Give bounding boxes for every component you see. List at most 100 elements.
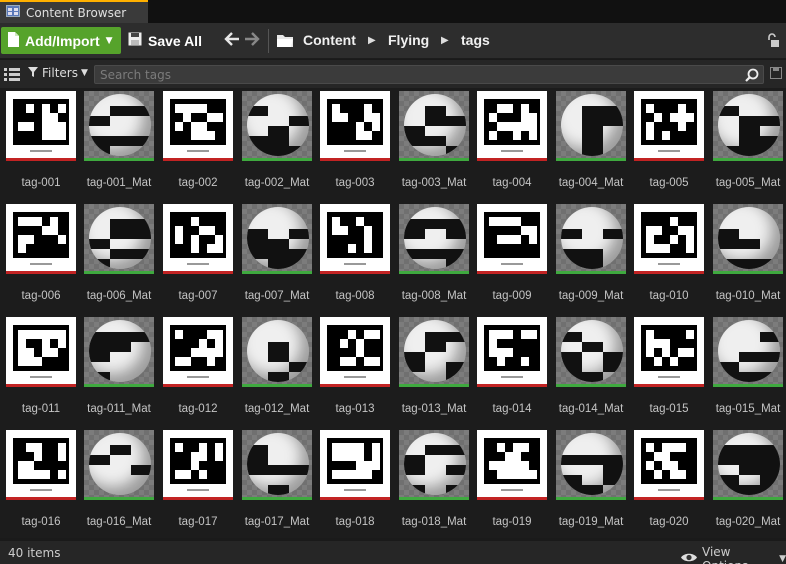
material-asset-tile[interactable]: tag-018_Mat bbox=[399, 430, 469, 542]
material-asset-tile[interactable]: tag-001_Mat bbox=[84, 91, 154, 203]
search-input[interactable] bbox=[95, 66, 763, 83]
material-sphere-thumbnail bbox=[713, 430, 783, 500]
lock-icon[interactable] bbox=[766, 33, 779, 50]
material-asset-tile[interactable]: tag-016_Mat bbox=[84, 430, 154, 542]
material-type-bar bbox=[556, 497, 626, 500]
material-asset-tile[interactable]: tag-004_Mat bbox=[556, 91, 626, 203]
add-file-icon bbox=[7, 31, 19, 50]
search-icon[interactable] bbox=[745, 68, 759, 85]
asset-label: tag-010_Mat bbox=[715, 290, 781, 302]
material-asset-tile[interactable]: tag-010_Mat bbox=[713, 204, 783, 316]
material-sphere bbox=[247, 94, 309, 156]
texture-asset-tile[interactable]: tag-004 bbox=[477, 91, 547, 203]
material-asset-tile[interactable]: tag-007_Mat bbox=[242, 204, 312, 316]
search-box[interactable] bbox=[94, 65, 764, 84]
material-sphere bbox=[561, 207, 623, 269]
material-sphere-thumbnail bbox=[242, 91, 312, 161]
material-asset-tile[interactable]: tag-008_Mat bbox=[399, 204, 469, 316]
texture-type-bar bbox=[6, 158, 76, 161]
material-type-bar bbox=[242, 271, 312, 274]
tag-texture-thumbnail bbox=[163, 430, 233, 500]
texture-type-bar bbox=[634, 497, 704, 500]
texture-asset-tile[interactable]: tag-014 bbox=[477, 317, 547, 429]
tab-content-browser[interactable]: Content Browser bbox=[0, 0, 148, 23]
texture-type-bar bbox=[6, 271, 76, 274]
texture-asset-tile[interactable]: tag-016 bbox=[6, 430, 76, 542]
material-sphere bbox=[404, 94, 466, 156]
asset-grid: tag-001 tag-001_Mat tag-002 tag-002_Mat tag-… bbox=[0, 88, 786, 538]
texture-asset-tile[interactable]: tag-007 bbox=[163, 204, 233, 316]
material-type-bar bbox=[84, 384, 154, 387]
breadcrumb-tags[interactable]: tags bbox=[461, 32, 490, 48]
breadcrumb-arrow-icon[interactable]: ▶ bbox=[441, 35, 449, 46]
material-asset-tile[interactable]: tag-002_Mat bbox=[242, 91, 312, 203]
texture-asset-tile[interactable]: tag-020 bbox=[634, 430, 704, 542]
funnel-icon bbox=[28, 66, 38, 80]
material-asset-tile[interactable]: tag-012_Mat bbox=[242, 317, 312, 429]
material-type-bar bbox=[399, 384, 469, 387]
material-asset-tile[interactable]: tag-011_Mat bbox=[84, 317, 154, 429]
texture-asset-tile[interactable]: tag-013 bbox=[320, 317, 390, 429]
material-asset-tile[interactable]: tag-020_Mat bbox=[713, 430, 783, 542]
material-asset-tile[interactable]: tag-005_Mat bbox=[713, 91, 783, 203]
material-type-bar bbox=[713, 158, 783, 161]
view-options-button[interactable]: View Options ▼ bbox=[680, 545, 786, 564]
texture-asset-tile[interactable]: tag-002 bbox=[163, 91, 233, 203]
texture-asset-tile[interactable]: tag-015 bbox=[634, 317, 704, 429]
texture-type-bar bbox=[163, 497, 233, 500]
breadcrumb-flying[interactable]: Flying bbox=[388, 32, 429, 48]
tag-texture-thumbnail bbox=[163, 91, 233, 161]
tag-pattern bbox=[641, 438, 697, 484]
material-type-bar bbox=[399, 158, 469, 161]
material-asset-tile[interactable]: tag-013_Mat bbox=[399, 317, 469, 429]
texture-asset-tile[interactable]: tag-010 bbox=[634, 204, 704, 316]
filters-button[interactable]: Filters ▼ bbox=[28, 66, 88, 80]
texture-asset-tile[interactable]: tag-017 bbox=[163, 430, 233, 542]
texture-type-bar bbox=[163, 271, 233, 274]
material-sphere-thumbnail bbox=[399, 430, 469, 500]
texture-asset-tile[interactable]: tag-019 bbox=[477, 430, 547, 542]
material-asset-tile[interactable]: tag-019_Mat bbox=[556, 430, 626, 542]
tag-pattern bbox=[327, 99, 383, 145]
tag-pattern bbox=[13, 99, 69, 145]
back-arrow-icon[interactable] bbox=[224, 32, 240, 50]
material-asset-tile[interactable]: tag-006_Mat bbox=[84, 204, 154, 316]
filters-label: Filters bbox=[42, 66, 78, 80]
texture-asset-tile[interactable]: tag-005 bbox=[634, 91, 704, 203]
texture-asset-tile[interactable]: tag-011 bbox=[6, 317, 76, 429]
tag-caption-line bbox=[344, 489, 366, 491]
forward-arrow-icon[interactable] bbox=[244, 32, 260, 50]
texture-asset-tile[interactable]: tag-008 bbox=[320, 204, 390, 316]
save-search-icon[interactable] bbox=[770, 67, 782, 82]
texture-asset-tile[interactable]: tag-001 bbox=[6, 91, 76, 203]
tag-caption-line bbox=[658, 263, 680, 265]
tag-pattern bbox=[13, 325, 69, 371]
tag-pattern bbox=[13, 438, 69, 484]
breadcrumb-content[interactable]: Content bbox=[303, 32, 356, 48]
material-asset-tile[interactable]: tag-003_Mat bbox=[399, 91, 469, 203]
material-sphere bbox=[89, 320, 151, 382]
save-all-button[interactable]: Save All bbox=[128, 27, 202, 54]
material-sphere bbox=[89, 94, 151, 156]
material-sphere-thumbnail bbox=[556, 91, 626, 161]
texture-asset-tile[interactable]: tag-009 bbox=[477, 204, 547, 316]
material-asset-tile[interactable]: tag-015_Mat bbox=[713, 317, 783, 429]
material-sphere-thumbnail bbox=[556, 204, 626, 274]
texture-asset-tile[interactable]: tag-012 bbox=[163, 317, 233, 429]
tab-title: Content Browser bbox=[26, 5, 127, 20]
texture-asset-tile[interactable]: tag-006 bbox=[6, 204, 76, 316]
material-asset-tile[interactable]: tag-014_Mat bbox=[556, 317, 626, 429]
texture-asset-tile[interactable]: tag-018 bbox=[320, 430, 390, 542]
material-sphere bbox=[247, 207, 309, 269]
texture-asset-tile[interactable]: tag-003 bbox=[320, 91, 390, 203]
material-sphere bbox=[404, 433, 466, 495]
breadcrumb-arrow-icon[interactable]: ▶ bbox=[368, 35, 376, 46]
add-import-button[interactable]: Add/Import ▼ bbox=[1, 27, 121, 54]
material-sphere bbox=[89, 207, 151, 269]
tag-pattern bbox=[484, 438, 540, 484]
sources-panel-toggle-icon[interactable] bbox=[4, 68, 20, 84]
material-asset-tile[interactable]: tag-009_Mat bbox=[556, 204, 626, 316]
material-asset-tile[interactable]: tag-017_Mat bbox=[242, 430, 312, 542]
texture-type-bar bbox=[320, 271, 390, 274]
filter-bar: Filters ▼ bbox=[0, 60, 786, 88]
